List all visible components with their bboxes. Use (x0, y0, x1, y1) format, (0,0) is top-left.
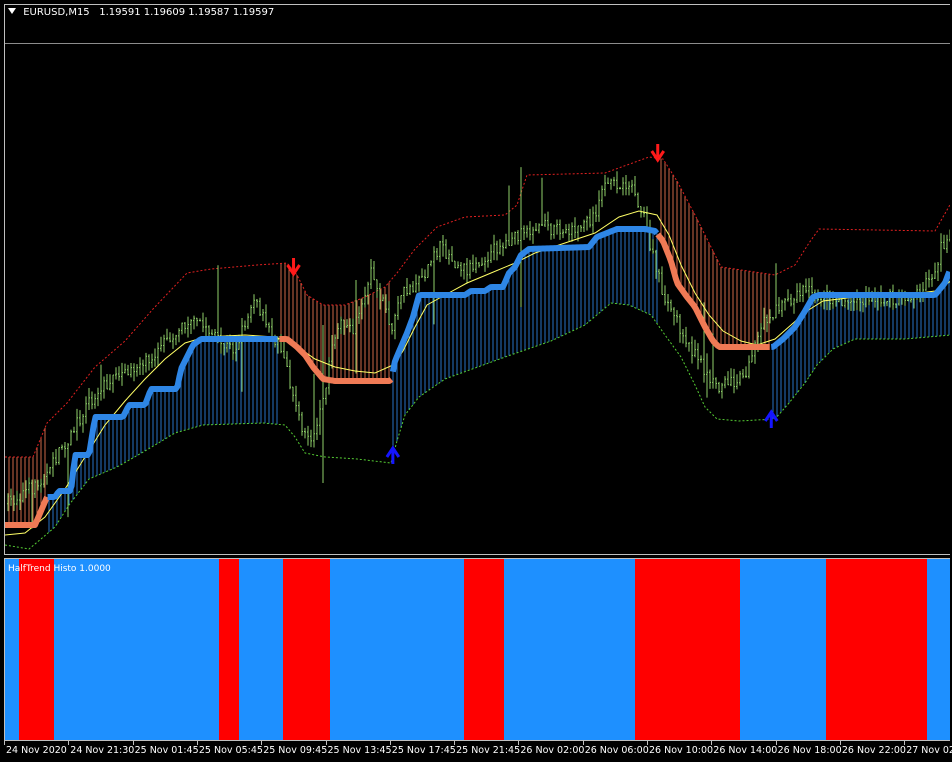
time-axis-label: 25 Nov 05:45 (198, 745, 263, 756)
time-axis-label: 26 Nov 02:00 (520, 745, 585, 756)
time-axis: 24 Nov 2020 24 Nov 21:30 25 Nov 01:45 25 No… (0, 741, 952, 762)
buy-arrow-icon (385, 445, 401, 464)
time-axis-label: 24 Nov 2020 (6, 745, 67, 756)
sell-arrow-icon (650, 144, 665, 163)
halftrend-histogram-canvas (5, 559, 950, 740)
time-axis-tick (454, 741, 456, 745)
time-axis-tick (261, 741, 263, 745)
histo-block-up (504, 559, 635, 740)
time-axis-label: 26 Nov 06:00 (584, 745, 649, 756)
time-axis-tick (647, 741, 648, 745)
histo-block-up (740, 559, 826, 740)
histo-block-down (826, 559, 927, 740)
time-axis-tick (68, 741, 70, 745)
time-axis-label: 25 Nov 01:45 (134, 745, 199, 756)
time-axis-tick (775, 741, 777, 745)
histo-block-up (54, 559, 219, 740)
subwindow-title: HalfTrend Histo 1.0000 (8, 564, 111, 574)
collapse-triangle-icon[interactable] (8, 8, 16, 14)
trend-histogram-bars (8, 158, 950, 533)
time-axis-tick (196, 741, 198, 745)
price-chart-canvas (5, 144, 950, 550)
indicator-subwindow[interactable]: HalfTrend Histo 1.0000 (4, 558, 950, 741)
main-chart-pane[interactable]: EURUSD,M15 1.19591 1.19609 1.19587 1.195… (4, 4, 950, 555)
time-axis-label: 27 Nov 02:1 (906, 745, 952, 756)
time-axis-label: 26 Nov 10:00 (649, 745, 714, 756)
histo-block-up (239, 559, 283, 740)
ohlc-values: 1.19591 1.19609 1.19587 1.19597 (99, 7, 275, 18)
buy-arrow-icon (764, 409, 779, 428)
histo-block-down (219, 559, 239, 740)
histo-block-down (635, 559, 740, 740)
time-axis-tick (4, 741, 5, 745)
symbol-label: EURUSD,M15 (23, 7, 90, 18)
time-axis-tick (582, 741, 584, 745)
time-axis-tick (839, 741, 841, 745)
histo-block-down (283, 559, 330, 740)
histo-block-down (464, 559, 504, 740)
time-axis-label: 25 Nov 17:45 (391, 745, 456, 756)
time-axis-tick (518, 741, 520, 745)
time-axis-tick (389, 741, 391, 745)
time-axis-tick (325, 741, 327, 745)
time-axis-tick (904, 741, 906, 745)
time-axis-label: 24 Nov 21:30 (70, 745, 135, 756)
chart-header: EURUSD,M15 1.19591 1.19609 1.19587 1.195… (8, 7, 274, 18)
histo-block-up (927, 559, 950, 740)
time-axis-label: 26 Nov 22:00 (841, 745, 906, 756)
halftrend-segment-up (46, 336, 279, 500)
histo-block-up (5, 559, 19, 740)
time-axis-label: 25 Nov 21:45 (456, 745, 521, 756)
terminal-chart-window: EURUSD,M15 1.19591 1.19609 1.19587 1.195… (0, 0, 952, 762)
histo-block-up (330, 559, 464, 740)
time-axis-tick (711, 741, 713, 745)
time-axis-label: 25 Nov 09:45 (263, 745, 328, 756)
time-axis-label: 25 Nov 13:45 (327, 745, 392, 756)
time-axis-label: 26 Nov 14:00 (713, 745, 778, 756)
time-axis-label: 26 Nov 18:00 (777, 745, 842, 756)
histo-block-down (19, 559, 54, 740)
time-axis-tick (132, 741, 134, 745)
moving-average-line (5, 210, 950, 536)
